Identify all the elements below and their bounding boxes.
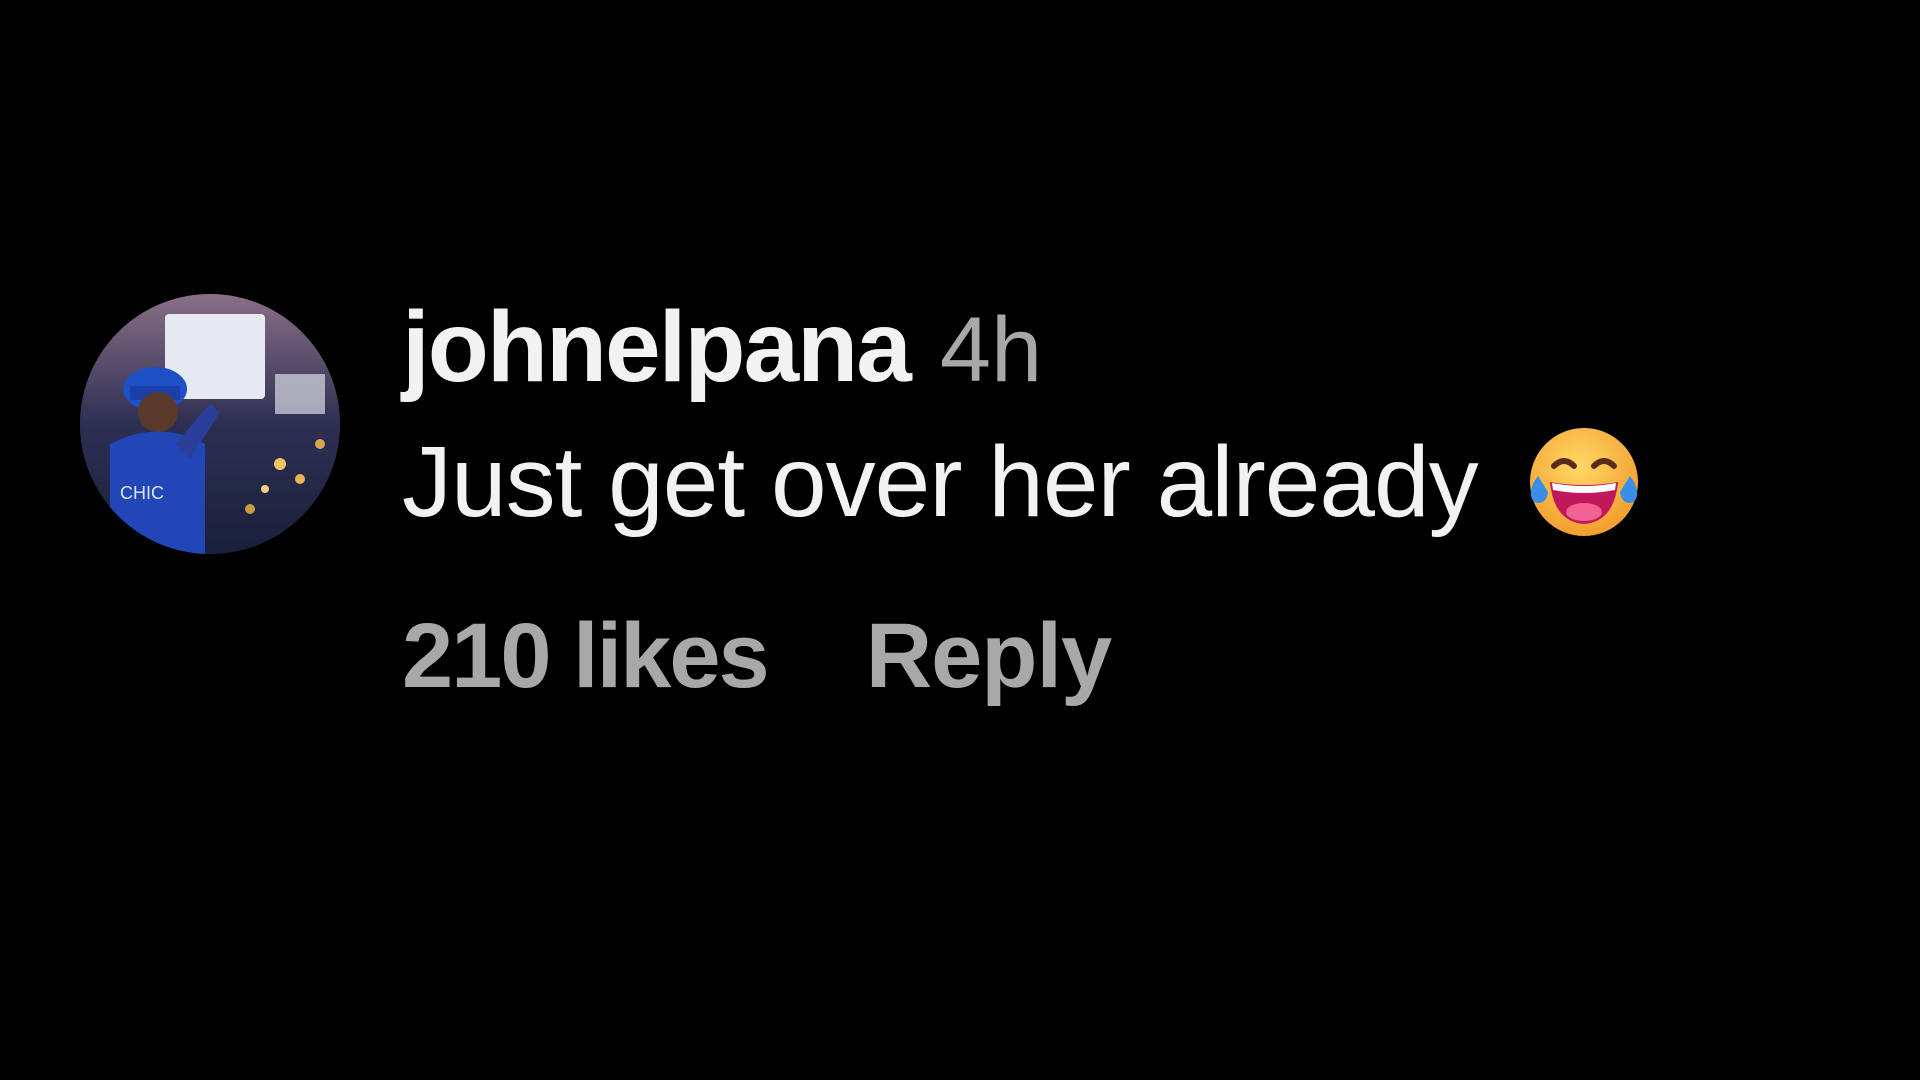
svg-text:CHIC: CHIC bbox=[120, 483, 164, 503]
avatar[interactable]: CHIC bbox=[80, 294, 340, 554]
face-with-tears-of-joy-icon bbox=[1524, 422, 1644, 542]
likes-count-button[interactable]: 210 likes bbox=[402, 604, 770, 709]
comment-item: CHIC johnelpana 4h Just get over her alr… bbox=[80, 290, 1880, 810]
comment-body: johnelpana 4h Just get over her already bbox=[402, 290, 1862, 726]
comment-timestamp: 4h bbox=[939, 299, 1043, 401]
username-link[interactable]: johnelpana bbox=[402, 290, 912, 405]
comment-text: Just get over her already bbox=[402, 425, 1479, 538]
avatar-photo: CHIC bbox=[80, 294, 340, 554]
comment-header: johnelpana 4h bbox=[402, 290, 1862, 410]
comment-actions: 210 likes Reply bbox=[402, 586, 1862, 726]
reply-button[interactable]: Reply bbox=[866, 604, 1113, 709]
comment-text-line: Just get over her already bbox=[402, 412, 1862, 552]
